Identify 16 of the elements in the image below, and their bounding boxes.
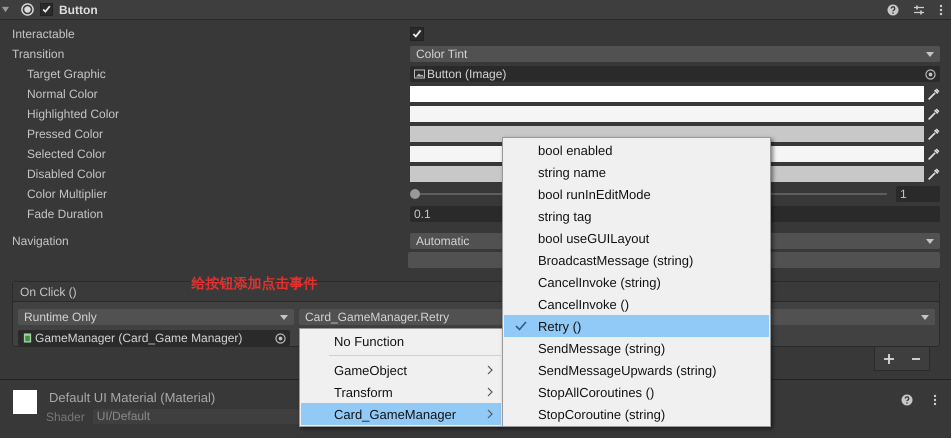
- field-label: Normal Color: [26, 87, 99, 101]
- field-label: Interactable: [11, 27, 76, 41]
- field-label: Disabled Color: [26, 167, 107, 181]
- field-label: Fade Duration: [26, 207, 104, 221]
- field-label: Highlighted Color: [26, 107, 120, 121]
- component-title: Button: [59, 2, 98, 16]
- field-label: Target Graphic: [26, 67, 107, 81]
- field-label: Transition: [11, 47, 66, 61]
- field-label: Pressed Color: [26, 127, 104, 141]
- event-title: On Click (): [20, 284, 77, 298]
- material-name: Default UI Material (Material): [49, 390, 216, 405]
- field-label: Navigation: [11, 234, 70, 248]
- shader-label: Shader: [46, 410, 85, 424]
- field-label: Selected Color: [26, 147, 107, 161]
- annotation-text: 给按钮添加点击事件: [192, 274, 318, 292]
- field-label: Color Multiplier: [26, 187, 108, 201]
